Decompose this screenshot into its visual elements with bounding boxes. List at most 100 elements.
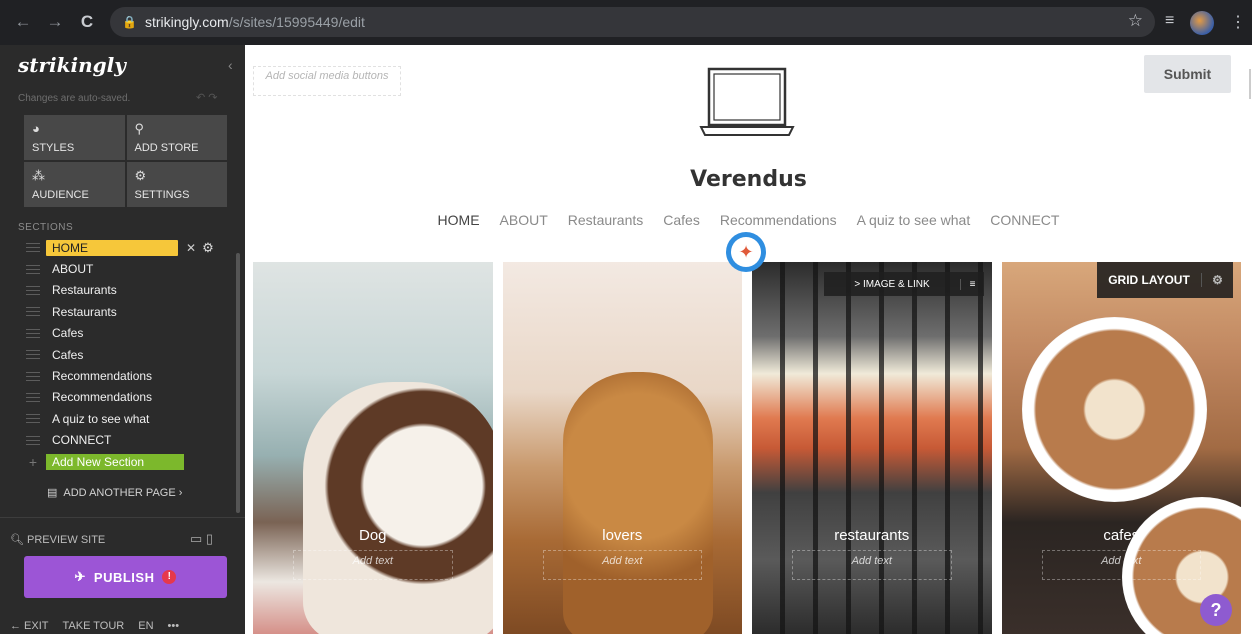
search-icon: 🔍︎: [10, 534, 24, 546]
nav-cafes[interactable]: Cafes: [663, 212, 700, 228]
autosave-status: Changes are auto-saved.: [18, 93, 131, 104]
section-item-restaurants[interactable]: Restaurants: [26, 280, 236, 301]
drag-handle-icon[interactable]: [26, 414, 40, 424]
drag-handle-icon[interactable]: [26, 350, 40, 360]
grid-layout-control[interactable]: GRID LAYOUT ⚙: [1097, 262, 1233, 298]
section-item-about[interactable]: ABOUT: [26, 258, 236, 279]
drag-handle-icon[interactable]: [26, 371, 40, 381]
more-options-icon[interactable]: •••: [168, 620, 180, 632]
section-item-restaurants-2[interactable]: Restaurants: [26, 301, 236, 322]
exit-link[interactable]: ← EXIT: [10, 620, 49, 632]
section-label: Restaurants: [52, 283, 117, 298]
section-item-quiz[interactable]: A quiz to see what: [26, 408, 236, 429]
profile-avatar[interactable]: [1190, 11, 1214, 35]
section-label: A quiz to see what: [52, 411, 150, 426]
nav-recommendations[interactable]: Recommendations: [720, 212, 837, 228]
add-section-label: Add New Section: [46, 453, 184, 470]
grid-layout-button[interactable]: GRID LAYOUT: [1097, 273, 1201, 287]
nav-connect[interactable]: CONNECT: [990, 212, 1059, 228]
divider: [0, 517, 245, 518]
site-title[interactable]: Verendus: [245, 167, 1252, 192]
compass-needle-icon: ✦: [731, 237, 761, 267]
site-navigation: HOME ABOUT Restaurants Cafes Recommendat…: [245, 212, 1252, 228]
delete-section-icon[interactable]: ✕: [186, 241, 196, 255]
submit-button[interactable]: Submit: [1144, 55, 1231, 93]
image-link-button[interactable]: > IMAGE & LINK: [824, 279, 960, 290]
laptop-logo-icon[interactable]: [697, 65, 797, 145]
grid-tile-restaurants[interactable]: > IMAGE & LINK ≡ restaurants Add text: [752, 262, 992, 634]
tile-add-text[interactable]: Add text: [752, 555, 992, 567]
preview-label: PREVIEW SITE: [27, 534, 106, 546]
add-store-button[interactable]: ⚲ ADD STORE: [126, 115, 227, 160]
tile-caption[interactable]: restaurants: [752, 527, 992, 544]
tile-add-text[interactable]: Add text: [1002, 555, 1242, 567]
page-scrollbar[interactable]: [1249, 69, 1251, 99]
address-bar[interactable]: 🔒 strikingly.com /s/sites/15995449/edit …: [110, 7, 1155, 37]
nav-restaurants[interactable]: Restaurants: [568, 212, 643, 228]
nav-about[interactable]: ABOUT: [500, 212, 548, 228]
settings-label: SETTINGS: [134, 189, 190, 201]
social-buttons-placeholder[interactable]: Add social media buttons: [253, 66, 401, 96]
golden-retriever-image: [562, 372, 713, 634]
preview-site-button[interactable]: 🔍︎ PREVIEW SITE: [10, 533, 105, 546]
drag-handle-icon[interactable]: [26, 328, 40, 338]
coffee-cup-image: [1021, 317, 1207, 502]
undo-redo-icons[interactable]: ↶ ↷: [196, 91, 218, 104]
add-new-section-button[interactable]: + Add New Section: [26, 451, 236, 472]
section-label: ABOUT: [52, 262, 94, 277]
forward-icon[interactable]: →: [42, 12, 68, 32]
section-settings-icon[interactable]: ⚙: [202, 240, 214, 256]
grid-tile-lovers[interactable]: lovers Add text: [502, 262, 743, 634]
section-label: Restaurants: [52, 304, 117, 319]
device-preview-icon[interactable]: ▭ ▯: [190, 531, 213, 547]
image-link-toolbar[interactable]: > IMAGE & LINK ≡: [824, 272, 984, 296]
take-tour-link[interactable]: TAKE TOUR: [63, 620, 125, 632]
back-icon[interactable]: ←: [10, 12, 36, 32]
audience-button[interactable]: ⁂ AUDIENCE: [24, 162, 125, 207]
section-item-recommendations[interactable]: Recommendations: [26, 365, 236, 386]
bookmark-star-icon[interactable]: ☆: [1128, 11, 1143, 31]
tile-add-text[interactable]: Add text: [503, 555, 743, 567]
image-grid: Dog Add text lovers Add text > IMAGE & L…: [253, 262, 1241, 634]
tile-caption[interactable]: Dog: [253, 527, 493, 544]
section-item-connect[interactable]: CONNECT: [26, 430, 236, 451]
tile-add-text[interactable]: Add text: [253, 555, 493, 567]
nav-quiz[interactable]: A quiz to see what: [857, 212, 971, 228]
section-item-home[interactable]: HOME ✕ ⚙: [26, 237, 236, 258]
drag-handle-icon[interactable]: [26, 307, 40, 317]
drag-handle-icon[interactable]: [26, 285, 40, 295]
tile-caption[interactable]: lovers: [503, 527, 743, 544]
grid-tile-dog[interactable]: Dog Add text: [253, 262, 493, 634]
section-item-cafes-2[interactable]: Cafes: [26, 344, 236, 365]
add-store-label: ADD STORE: [134, 142, 199, 154]
dog-image: [303, 382, 493, 634]
reload-icon[interactable]: C: [74, 12, 100, 32]
collapse-sidebar-icon[interactable]: ‹: [228, 57, 233, 73]
section-item-recommendations-2[interactable]: Recommendations: [26, 387, 236, 408]
language-link[interactable]: EN: [138, 620, 153, 632]
styles-button[interactable]: ◕ STYLES: [24, 115, 125, 160]
grid-tile-cafes[interactable]: cafes Add text: [1001, 262, 1242, 634]
add-another-page-button[interactable]: ▤ ADD ANOTHER PAGE ›: [47, 486, 182, 499]
drag-handle-icon[interactable]: [26, 264, 40, 274]
nav-home[interactable]: HOME: [438, 212, 480, 228]
compass-icon[interactable]: ✦: [726, 232, 766, 272]
drag-handle-icon[interactable]: [26, 392, 40, 402]
drag-handle-icon[interactable]: [26, 243, 40, 253]
gear-icon[interactable]: ⚙: [1201, 273, 1233, 287]
lock-icon: 🔒: [122, 15, 137, 29]
menu-icon[interactable]: ≡: [960, 278, 984, 290]
strikingly-logo: strikingly: [18, 53, 126, 77]
publish-button[interactable]: ✈ PUBLISH !: [24, 556, 227, 598]
help-button[interactable]: ?: [1200, 594, 1232, 626]
site-canvas: Add social media buttons Submit Verendus…: [245, 45, 1252, 634]
sidebar-scrollbar[interactable]: [236, 253, 240, 513]
tile-caption[interactable]: cafes: [1002, 527, 1242, 544]
section-item-cafes[interactable]: Cafes: [26, 323, 236, 344]
drag-handle-icon[interactable]: [26, 435, 40, 445]
more-menu-icon[interactable]: ⋮: [1230, 12, 1246, 32]
reading-list-icon[interactable]: ≡: [1165, 12, 1174, 30]
section-label: Cafes: [52, 326, 84, 341]
section-label: Recommendations: [52, 369, 153, 384]
settings-button[interactable]: ⚙ SETTINGS: [126, 162, 227, 207]
